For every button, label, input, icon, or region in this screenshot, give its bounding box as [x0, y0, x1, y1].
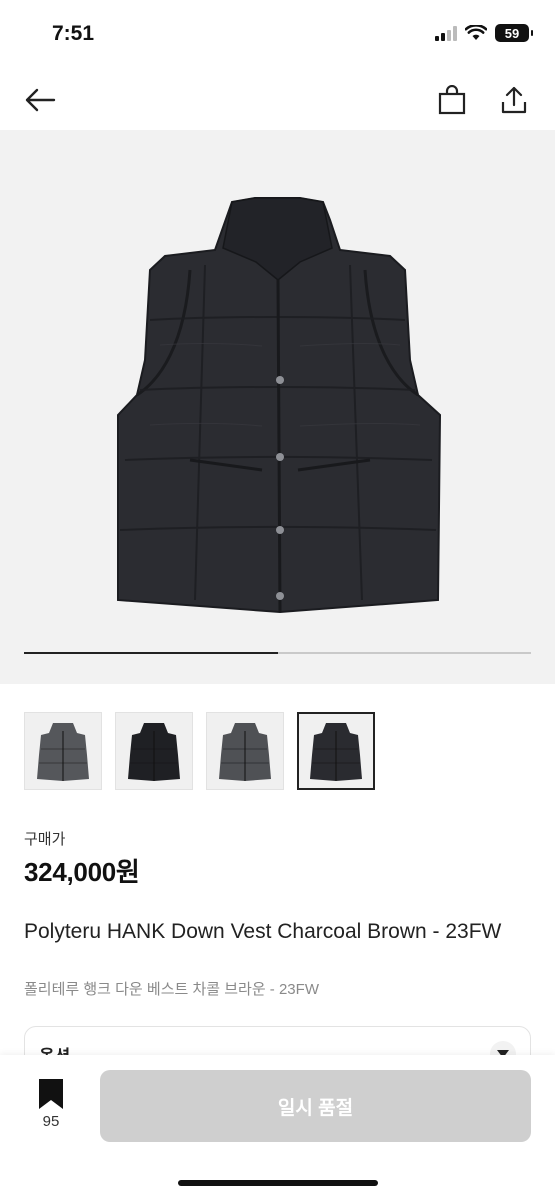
- thumbnail-vest-gray-2[interactable]: [206, 712, 284, 790]
- bookmark-icon: [39, 1079, 63, 1109]
- status-time: 7:51: [52, 22, 95, 45]
- sold-out-button[interactable]: 일시 품절: [100, 1070, 531, 1142]
- product-image: [117, 197, 442, 614]
- product-title: Polyteru HANK Down Vest Charcoal Brown -…: [24, 920, 502, 943]
- back-button[interactable]: [20, 80, 60, 120]
- price: 324,000원: [24, 857, 140, 887]
- gallery-progress: [24, 652, 531, 654]
- status-icons: 59: [435, 24, 533, 42]
- home-indicator: [178, 1180, 378, 1186]
- arrow-left-icon: [25, 88, 56, 112]
- thumbnail-image: [128, 723, 180, 781]
- thumbnail-vest-black[interactable]: [115, 712, 193, 790]
- thumbnail-strip: [24, 712, 375, 790]
- thumbnail-vest-charcoal[interactable]: [297, 712, 375, 790]
- status-bar: 7:51 59: [0, 0, 555, 70]
- battery-icon: 59: [495, 24, 533, 42]
- wifi-icon: [465, 25, 487, 40]
- shopping-bag-icon: [438, 85, 466, 115]
- share-icon: [501, 86, 527, 114]
- thumbnail-image: [310, 723, 362, 781]
- share-button[interactable]: [494, 80, 534, 120]
- thumbnail-image: [219, 723, 271, 781]
- bookmark-button[interactable]: 95: [26, 1079, 76, 1133]
- bookmark-count: 95: [42, 1113, 60, 1130]
- product-image-gallery[interactable]: [0, 130, 555, 684]
- thumbnail-image: [37, 723, 89, 781]
- price-label: 구매가: [24, 831, 66, 848]
- thumbnail-vest-gray[interactable]: [24, 712, 102, 790]
- bag-button[interactable]: [432, 80, 472, 120]
- signal-icon: [435, 25, 457, 41]
- bottom-action-bar: 95 일시 품절: [0, 1055, 555, 1200]
- gallery-progress-fill: [24, 652, 278, 654]
- product-title-ko: 폴리테루 행크 다운 베스트 차콜 브라운 - 23FW: [24, 981, 319, 998]
- top-nav: [0, 70, 555, 130]
